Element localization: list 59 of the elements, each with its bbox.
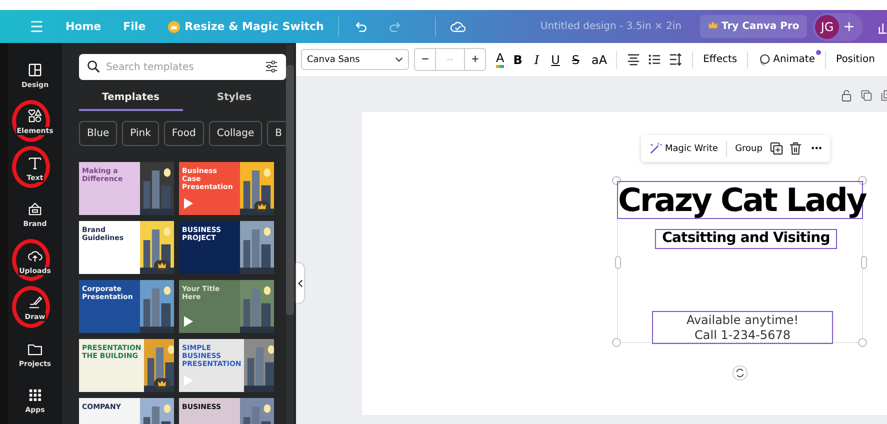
filter-chip[interactable]: Pink [122, 121, 159, 146]
effects-button[interactable]: Effects [699, 54, 742, 65]
underline-button[interactable]: U [548, 52, 563, 66]
undo-icon[interactable] [352, 20, 369, 34]
rotate-icon[interactable] [732, 365, 748, 381]
group-button[interactable]: Group [733, 144, 764, 154]
magic-wand-icon [649, 142, 662, 155]
text-icon [27, 154, 43, 171]
draw-icon [27, 294, 43, 310]
decrease-size-button[interactable]: − [415, 49, 435, 70]
resize-handle[interactable] [612, 338, 621, 347]
add-user-button[interactable]: + [843, 18, 855, 34]
increase-size-button[interactable]: + [465, 49, 485, 70]
text-color-button[interactable]: A [496, 52, 504, 68]
filter-icon[interactable] [265, 60, 278, 73]
design-text-box[interactable]: Available anytime! Call 1-234-5678 [652, 311, 833, 344]
more-button[interactable]: ••• [808, 144, 824, 153]
cloud-check-icon[interactable] [450, 20, 466, 34]
case-button[interactable]: aA [588, 52, 610, 66]
resize-handle[interactable] [861, 256, 867, 269]
design-text: Available anytime! [686, 312, 799, 328]
brand-icon [27, 201, 43, 218]
list-icon[interactable] [648, 53, 662, 66]
magic-write-button[interactable]: Magic Write [647, 142, 720, 155]
position-button[interactable]: Position [832, 54, 879, 65]
panel-tab[interactable]: Templates [79, 86, 182, 111]
align-center-icon[interactable] [627, 53, 640, 66]
strikethrough-button[interactable]: S [568, 52, 583, 66]
elements-icon [27, 108, 43, 124]
line-spacing-icon[interactable] [669, 53, 682, 66]
filter-chip[interactable]: Blue [79, 121, 118, 146]
try-pro-button[interactable]: Try Canva Pro [700, 15, 808, 38]
caret-icon [395, 57, 403, 62]
italic-button[interactable]: I [531, 52, 542, 66]
search-field[interactable]: Search templates [79, 54, 286, 80]
collapse-handle[interactable] [296, 263, 304, 303]
bold-button[interactable]: B [510, 52, 526, 66]
font-dropdown[interactable]: Canva Sans [301, 49, 409, 70]
panel-tab[interactable]: Styles [182, 86, 286, 111]
design-subtitle[interactable]: Catsitting and Visiting [655, 229, 837, 249]
duplicate-icon[interactable] [861, 89, 872, 102]
search-icon [87, 60, 100, 73]
filter-chip[interactable]: Collage [208, 121, 262, 146]
crown-icon [708, 21, 718, 29]
user-avatar[interactable]: JG [815, 14, 840, 38]
trash-icon[interactable] [789, 142, 802, 155]
filter-chip[interactable]: Food [164, 121, 204, 146]
document-title: Untitled design - 3.5in × 2in [540, 21, 682, 32]
design-icon [27, 62, 43, 78]
crown-icon [168, 20, 180, 32]
resize-handle[interactable] [612, 176, 621, 185]
scrollbar[interactable] [286, 45, 294, 424]
resize-handle[interactable] [858, 338, 867, 347]
lock-icon[interactable] [841, 89, 852, 102]
copy-icon[interactable] [770, 142, 784, 155]
apps-icon [27, 387, 43, 404]
animate-icon [758, 54, 770, 66]
design-text: Call 1-234-5678 [694, 328, 790, 342]
resize-handle[interactable] [615, 256, 621, 269]
